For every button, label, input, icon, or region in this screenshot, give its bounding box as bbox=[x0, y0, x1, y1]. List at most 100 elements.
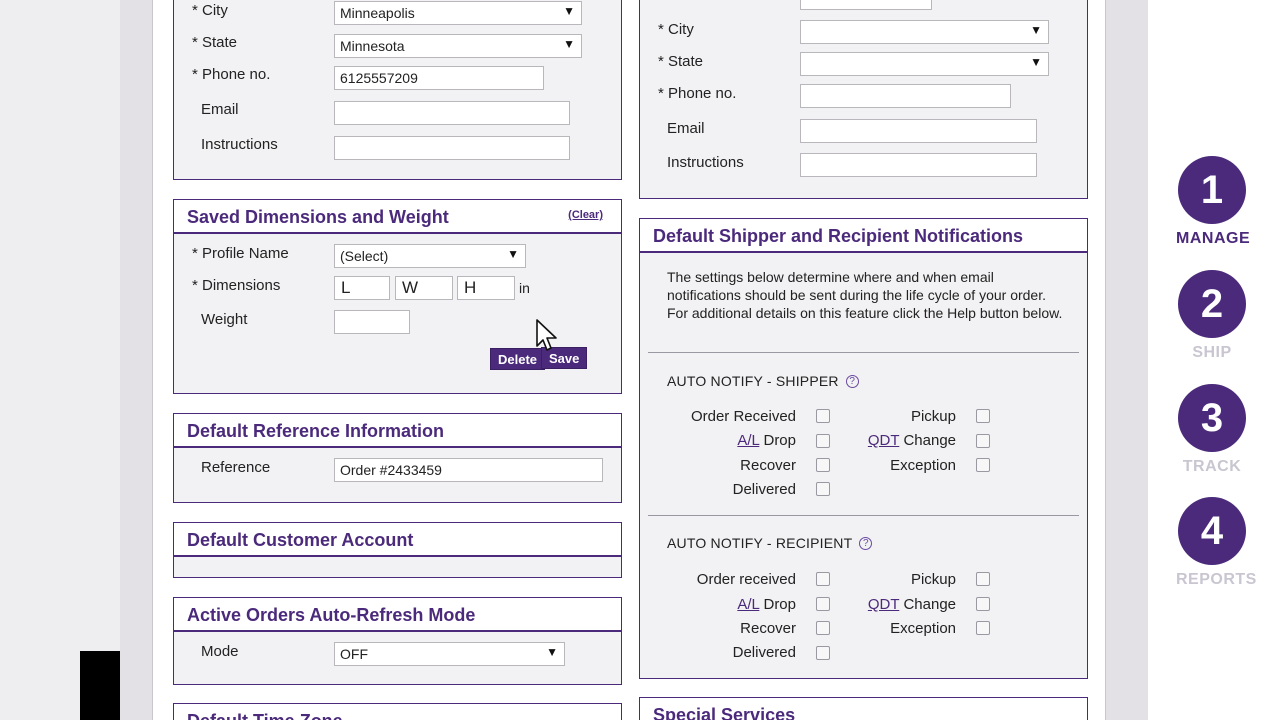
shipper-order-received-label: Order Received bbox=[690, 408, 796, 425]
recipient-qdt-change-label: QDT Change bbox=[868, 596, 956, 613]
change-text: Change bbox=[903, 432, 956, 449]
width-input[interactable]: W bbox=[395, 276, 453, 300]
chevron-down-icon: ▼ bbox=[563, 4, 575, 18]
saved-dimensions-title: Saved Dimensions and Weight bbox=[187, 207, 449, 227]
right-state-select[interactable]: ▼ bbox=[800, 52, 1049, 76]
mode-label: Mode bbox=[201, 643, 239, 660]
al-help-link[interactable]: A/L bbox=[737, 432, 759, 449]
shipper-delivered-checkbox[interactable] bbox=[816, 482, 830, 496]
right-city-select[interactable]: ▼ bbox=[800, 20, 1049, 44]
divider bbox=[648, 352, 1079, 353]
city-select[interactable]: Minneapolis ▼ bbox=[334, 1, 582, 25]
state-label: * State bbox=[192, 34, 238, 51]
reference-title: Default Reference Information bbox=[187, 421, 445, 441]
step-number: 1 bbox=[1178, 156, 1246, 224]
clear-link[interactable]: (Clear) bbox=[568, 209, 603, 221]
mode-select-value: OFF bbox=[340, 646, 368, 662]
recipient-exception-label: Exception bbox=[890, 620, 956, 637]
recipient-al-drop-checkbox[interactable] bbox=[816, 597, 830, 611]
divider bbox=[648, 515, 1079, 516]
shipper-section-label: AUTO NOTIFY - SHIPPER bbox=[667, 373, 839, 389]
recipient-delivered-checkbox[interactable] bbox=[816, 646, 830, 660]
step-ship[interactable]: 2 SHIP bbox=[1176, 270, 1248, 362]
settings-page: * City Minneapolis ▼ * State Minnesota ▼… bbox=[152, 0, 1106, 720]
weight-label: Weight bbox=[201, 311, 248, 328]
right-partial-input[interactable] bbox=[800, 0, 932, 10]
drop-text: Drop bbox=[763, 432, 796, 449]
step-label: REPORTS bbox=[1176, 571, 1257, 588]
mouse-cursor-icon bbox=[536, 319, 557, 351]
weight-input[interactable] bbox=[334, 310, 410, 334]
right-email-input[interactable] bbox=[800, 119, 1037, 143]
recipient-qdt-change-checkbox[interactable] bbox=[976, 597, 990, 611]
auto-refresh-title: Active Orders Auto-Refresh Mode bbox=[187, 605, 476, 625]
special-services-title: Special Services bbox=[653, 705, 796, 720]
change-text: Change bbox=[903, 596, 956, 613]
instructions-input[interactable] bbox=[334, 136, 570, 160]
help-icon[interactable]: ? bbox=[845, 375, 859, 388]
step-number: 2 bbox=[1178, 270, 1246, 338]
right-email-label: Email bbox=[667, 120, 705, 137]
recipient-order-received-checkbox[interactable] bbox=[816, 572, 830, 586]
right-instructions-label: Instructions bbox=[667, 154, 744, 171]
notifications-panel: Default Shipper and Recipient Notificati… bbox=[639, 218, 1088, 679]
shipper-recover-checkbox[interactable] bbox=[816, 458, 830, 472]
saved-dimensions-panel: Saved Dimensions and Weight (Clear) * Pr… bbox=[173, 199, 622, 394]
qdt-help-link[interactable]: QDT bbox=[868, 596, 899, 613]
step-reports[interactable]: 4 REPORTS bbox=[1176, 497, 1257, 589]
reference-input[interactable]: Order #2433459 bbox=[334, 458, 603, 482]
recipient-section-label: AUTO NOTIFY - RECIPIENT bbox=[667, 535, 853, 551]
right-address-panel: * City ▼ * State ▼ * Phone no. Email Ins… bbox=[639, 0, 1088, 199]
shipper-recover-label: Recover bbox=[740, 457, 796, 474]
mode-select[interactable]: OFF ▼ bbox=[334, 642, 565, 666]
state-select-value: Minnesota bbox=[340, 38, 405, 54]
saved-dimensions-header: Saved Dimensions and Weight (Clear) bbox=[174, 200, 621, 234]
help-icon[interactable]: ? bbox=[859, 537, 873, 550]
recipient-pickup-label: Pickup bbox=[910, 571, 956, 588]
shipper-delivered-label: Delivered bbox=[732, 481, 796, 498]
shipper-pickup-checkbox[interactable] bbox=[976, 409, 990, 423]
recipient-exception-checkbox[interactable] bbox=[976, 621, 990, 635]
recipient-recover-checkbox[interactable] bbox=[816, 621, 830, 635]
shipper-exception-label: Exception bbox=[890, 457, 956, 474]
shipper-al-drop-checkbox[interactable] bbox=[816, 434, 830, 448]
step-track[interactable]: 3 TRACK bbox=[1176, 384, 1248, 476]
qdt-help-link[interactable]: QDT bbox=[868, 432, 899, 449]
step-manage[interactable]: 1 MANAGE bbox=[1176, 156, 1250, 248]
shipper-pickup-label: Pickup bbox=[910, 408, 956, 425]
shipper-exception-checkbox[interactable] bbox=[976, 458, 990, 472]
email-input[interactable] bbox=[334, 101, 570, 125]
customer-account-header: Default Customer Account bbox=[174, 523, 621, 557]
special-services-panel: Special Services bbox=[639, 697, 1088, 720]
phone-label: * Phone no. bbox=[192, 66, 271, 83]
step-label: TRACK bbox=[1182, 458, 1242, 475]
right-phone-input[interactable] bbox=[800, 84, 1011, 108]
time-zone-header: Default Time Zone bbox=[174, 704, 621, 720]
chevron-down-icon: ▼ bbox=[507, 247, 519, 261]
shipper-order-received-checkbox[interactable] bbox=[816, 409, 830, 423]
auto-refresh-header: Active Orders Auto-Refresh Mode bbox=[174, 598, 621, 632]
chevron-down-icon: ▼ bbox=[563, 37, 575, 51]
profile-name-label: * Profile Name bbox=[192, 245, 289, 262]
left-address-panel: * City Minneapolis ▼ * State Minnesota ▼… bbox=[173, 0, 622, 180]
dimensions-label: * Dimensions bbox=[192, 277, 281, 294]
length-input[interactable]: L bbox=[334, 276, 390, 300]
city-select-value: Minneapolis bbox=[340, 5, 415, 21]
state-select[interactable]: Minnesota ▼ bbox=[334, 34, 582, 58]
customer-account-panel: Default Customer Account bbox=[173, 522, 622, 578]
al-help-link[interactable]: A/L bbox=[737, 596, 759, 613]
phone-input[interactable]: 6125557209 bbox=[334, 66, 544, 90]
profile-name-value: (Select) bbox=[340, 248, 389, 264]
recipient-delivered-label: Delivered bbox=[732, 644, 796, 661]
auto-refresh-panel: Active Orders Auto-Refresh Mode Mode OFF… bbox=[173, 597, 622, 685]
reference-header: Default Reference Information bbox=[174, 414, 621, 448]
height-input[interactable]: H bbox=[457, 276, 515, 300]
email-label: Email bbox=[201, 101, 239, 118]
notifications-header: Default Shipper and Recipient Notificati… bbox=[640, 219, 1087, 253]
recipient-al-drop-label: A/L Drop bbox=[737, 596, 796, 613]
recipient-pickup-checkbox[interactable] bbox=[976, 572, 990, 586]
customer-account-title: Default Customer Account bbox=[187, 530, 414, 550]
shipper-qdt-change-checkbox[interactable] bbox=[976, 434, 990, 448]
right-instructions-input[interactable] bbox=[800, 153, 1037, 177]
profile-name-select[interactable]: (Select) ▼ bbox=[334, 244, 526, 268]
